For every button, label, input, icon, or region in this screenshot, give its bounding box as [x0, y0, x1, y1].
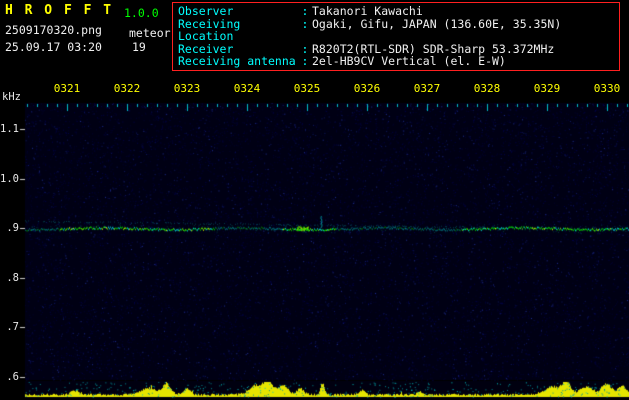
app-title: H R O F F T: [5, 3, 114, 18]
time-label: 0330: [593, 82, 621, 95]
info-colon: :: [301, 54, 309, 68]
info-label: Receiving Location: [178, 16, 241, 43]
freq-label: .6: [6, 371, 19, 383]
freq-label: .7: [6, 321, 19, 333]
info-value: Takanori Kawachi: [312, 4, 423, 18]
time-label: 0321: [53, 82, 81, 95]
time-label: 0325: [293, 82, 321, 95]
time-label: 0329: [533, 82, 561, 95]
info-label: Observer: [178, 4, 234, 18]
freq-label: 1.0: [0, 173, 19, 185]
info-label: Receiving antenna: [178, 54, 296, 68]
app-version: 1.0.0: [124, 6, 159, 20]
hrofft-screen: H R O F F T 1.0.0 2509170320.png meteor …: [0, 0, 629, 400]
info-value: 2el-HB9CV Vertical (el. E-W): [312, 54, 506, 68]
echo-count: 19: [132, 40, 146, 54]
freq-label: .8: [6, 272, 19, 284]
station-info-box: Observer : Takanori Kawachi Receiving Lo…: [172, 2, 620, 71]
info-row-location: Receiving Location : Ogaki, Gifu, JAPAN …: [178, 16, 614, 43]
output-filename: 2509170320.png: [5, 23, 102, 37]
time-label: 0326: [353, 82, 381, 95]
time-label: 0328: [473, 82, 501, 95]
info-row-observer: Observer : Takanori Kawachi: [178, 5, 614, 18]
mode-label: meteor: [129, 26, 171, 40]
freq-label: 1.1: [0, 123, 19, 135]
info-value: Ogaki, Gifu, JAPAN (136.60E, 35.35N): [312, 16, 562, 31]
freq-unit-label: kHz: [2, 91, 21, 103]
time-label: 0322: [113, 82, 141, 95]
time-label: 0323: [173, 82, 201, 95]
observation-datetime: 25.09.17 03:20: [5, 40, 102, 54]
info-colon: :: [301, 16, 309, 31]
time-label: 0324: [233, 82, 261, 95]
info-colon: :: [301, 4, 309, 18]
info-row-antenna: Receiving antenna : 2el-HB9CV Vertical (…: [178, 55, 614, 68]
time-label: 0327: [413, 82, 441, 95]
freq-label: .9: [6, 222, 19, 234]
